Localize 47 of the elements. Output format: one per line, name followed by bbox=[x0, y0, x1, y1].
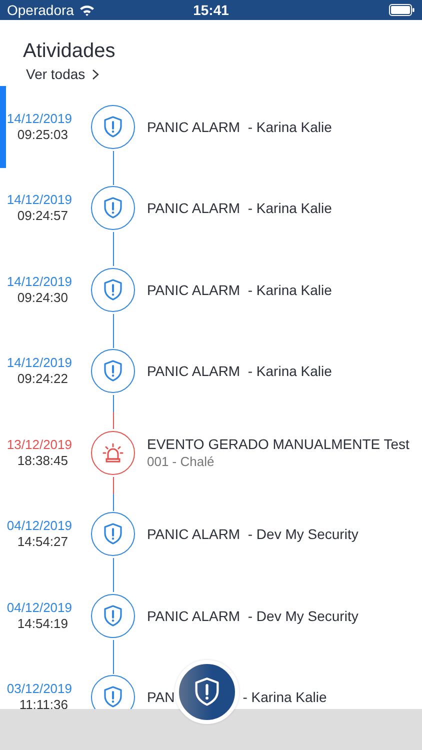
event-time: 09:25:03 bbox=[17, 126, 69, 143]
event-title: PANIC ALARM - Dev My Security bbox=[147, 526, 358, 542]
event-date: 14/12/2019 bbox=[6, 274, 72, 290]
event-title: PANIC ALARM - Karina Kalie bbox=[147, 363, 332, 380]
event-time: 18:38:45 bbox=[17, 452, 69, 469]
activity-row[interactable]: 14/12/2019 09:24:22 PANIC ALARM - Karina Kalie bbox=[0, 330, 422, 412]
shield-icon bbox=[101, 359, 125, 384]
activity-row[interactable]: 13/12/2019 18:38:45 EVENTO GERADO MANUALMENTE Test 001 - Chalé bbox=[0, 412, 422, 494]
event-title: EVENTO GERADO MANUALMENTE Test bbox=[147, 436, 410, 452]
event-date: 03/12/2019 bbox=[6, 681, 72, 698]
event-time: 09:24:57 bbox=[17, 208, 69, 224]
event-date: 14/12/2019 bbox=[6, 192, 72, 208]
event-date: 04/12/2019 bbox=[6, 518, 72, 534]
shield-icon bbox=[101, 685, 125, 709]
shield-icon bbox=[101, 604, 125, 628]
event-date: 14/12/2019 bbox=[6, 110, 72, 127]
section-title: Atividades bbox=[23, 39, 116, 64]
event-title: PANIC ALARM - Karina Kalie bbox=[147, 200, 332, 216]
clock-time: 15:41 bbox=[193, 2, 229, 18]
event-location: 001 - Chalé bbox=[147, 454, 216, 470]
event-time: 14:54:27 bbox=[17, 534, 69, 550]
shield-icon bbox=[101, 196, 125, 220]
event-time: 09:24:22 bbox=[17, 371, 69, 388]
see-all-link[interactable]: Ver todas bbox=[26, 64, 100, 84]
activity-row[interactable]: 14/12/2019 09:24:30 PANIC ALARM - Karina Kalie bbox=[0, 249, 422, 330]
shield-icon bbox=[101, 278, 125, 302]
event-time: 09:24:30 bbox=[17, 290, 69, 306]
event-title: PANIC ALARM - Karina Kalie bbox=[147, 282, 332, 298]
event-title: PAN bbox=[147, 689, 175, 706]
event-title: - Karina Kalie bbox=[242, 689, 327, 706]
battery-icon bbox=[389, 4, 415, 16]
event-date: 04/12/2019 bbox=[6, 600, 72, 616]
carrier-name: Operadora bbox=[7, 2, 74, 18]
siren-icon bbox=[101, 440, 125, 465]
event-time: 14:54:19 bbox=[17, 616, 69, 632]
activity-row[interactable]: 14/12/2019 09:25:03 PANIC ALARM - Karina Kalie bbox=[0, 86, 422, 168]
activity-row[interactable]: 14/12/2019 09:24:57 PANIC ALARM - Karina Kalie bbox=[0, 168, 422, 249]
shield-icon bbox=[101, 522, 125, 546]
activity-row[interactable]: 04/12/2019 14:54:27 PANIC ALARM - Dev My Security bbox=[0, 494, 422, 575]
event-title: PANIC ALARM - Dev My Security bbox=[147, 608, 358, 624]
chevron-icon bbox=[92, 68, 100, 80]
shield-icon bbox=[101, 114, 125, 139]
activity-row[interactable]: 04/12/2019 14:54:19 PANIC ALARM - Dev My Security bbox=[0, 575, 422, 656]
event-date: 13/12/2019 bbox=[6, 436, 72, 453]
wifi-icon bbox=[78, 4, 95, 16]
event-title: PANIC ALARM - Karina Kalie bbox=[147, 118, 332, 135]
event-date: 14/12/2019 bbox=[6, 355, 72, 372]
